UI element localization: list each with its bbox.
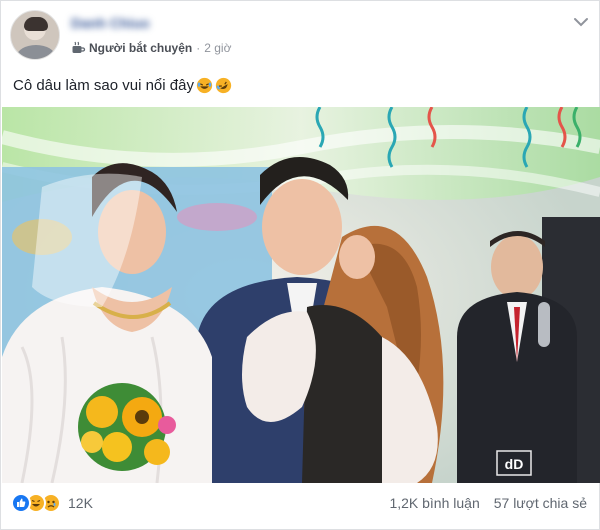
reactions-summary[interactable]: 12K <box>11 491 93 515</box>
poster-name[interactable]: Danh Chiuo <box>71 15 150 35</box>
comments-count-link[interactable]: 1,2K bình luận <box>389 495 479 511</box>
poster-avatar[interactable] <box>10 10 60 60</box>
post-text: Cô dâu làm sao vui nổi đây <box>13 74 232 96</box>
rofl-emoji-icon <box>196 77 213 93</box>
photo-watermark: dD <box>505 456 524 472</box>
group-name-link[interactable]: Người bắt chuyện <box>89 41 192 55</box>
coffee-icon <box>72 41 86 53</box>
like-icon <box>11 493 31 513</box>
post-photo[interactable]: dD <box>2 107 600 483</box>
post-timestamp[interactable]: 2 giờ <box>204 41 231 55</box>
post-caption: Cô dâu làm sao vui nổi đây <box>13 76 194 94</box>
wedding-photo-image: dD <box>2 107 600 483</box>
rofl-tilted-emoji-icon <box>215 77 232 93</box>
post-meta: Người bắt chuyện · 2 giờ <box>71 40 231 56</box>
post-card: Danh Chiuo Người bắt chuyện · 2 giờ Cô d… <box>0 0 600 530</box>
shares-count-link[interactable]: 57 lượt chia sẻ <box>494 495 587 511</box>
reaction-count: 12K <box>68 495 93 511</box>
meta-separator: · <box>196 41 201 55</box>
engagement-stats: 1,2K bình luận 57 lượt chia sẻ <box>389 495 587 511</box>
chevron-down-icon[interactable] <box>571 15 591 29</box>
